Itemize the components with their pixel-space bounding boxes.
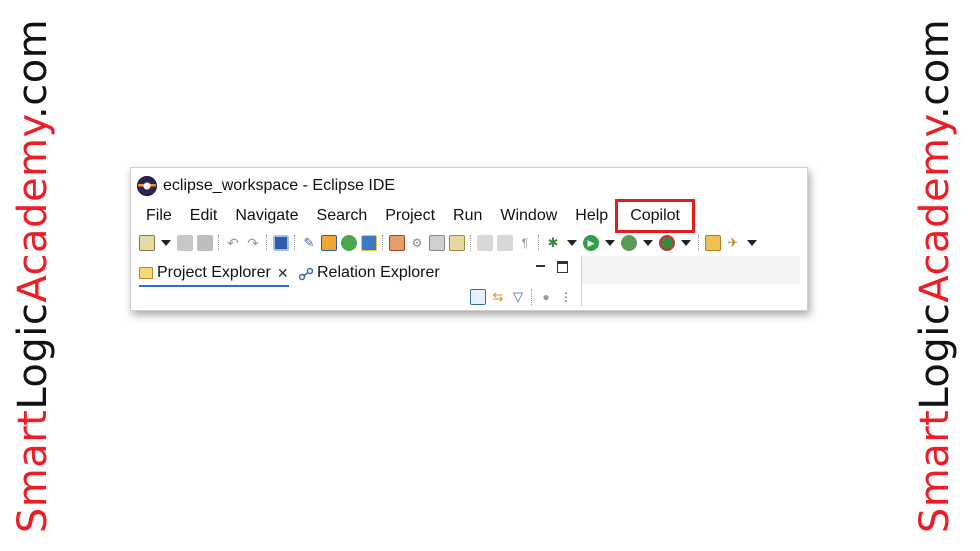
terminal-icon[interactable] — [273, 235, 289, 251]
save-all-icon[interactable] — [197, 235, 213, 251]
print-icon[interactable] — [429, 235, 445, 251]
open-task-icon[interactable] — [341, 235, 357, 251]
collapse-all-icon[interactable] — [470, 289, 486, 305]
open-folder-icon[interactable] — [705, 235, 721, 251]
eclipse-window: eclipse_workspace - Eclipse IDE File Edi… — [130, 167, 808, 311]
toggle-mark-icon[interactable] — [477, 235, 493, 251]
new-class-icon[interactable]: ⚙ — [409, 235, 425, 251]
toggle-block-icon[interactable] — [497, 235, 513, 251]
open-type-icon[interactable] — [321, 235, 337, 251]
menu-file[interactable]: File — [137, 205, 181, 227]
menu-copilot[interactable]: Copilot — [615, 199, 695, 233]
toolbar-separator — [698, 235, 700, 251]
editor-area — [581, 284, 800, 306]
watermark-text: SmartLogicAcademy.com — [912, 18, 959, 533]
watermark-left: SmartLogicAcademy.com — [2, 0, 64, 551]
link-with-editor-icon[interactable]: ⇆ — [490, 289, 506, 305]
editor-area-header — [581, 256, 800, 284]
tab-project-explorer[interactable]: Project Explorer ✕ — [139, 261, 289, 287]
external-tools-icon[interactable] — [659, 235, 675, 251]
menu-window[interactable]: Window — [491, 205, 566, 227]
maximize-view-button[interactable] — [557, 261, 568, 273]
minimize-view-button[interactable] — [536, 265, 545, 267]
toolbar-separator — [294, 235, 296, 251]
save-icon[interactable] — [177, 235, 193, 251]
menu-navigate[interactable]: Navigate — [226, 205, 307, 227]
menu-edit[interactable]: Edit — [181, 205, 227, 227]
view-menu-icon[interactable]: ⋮ — [558, 289, 574, 305]
view-tabstrip: Project Explorer ✕ Relation Explorer — [137, 261, 577, 287]
redo-icon[interactable]: ↷ — [245, 235, 261, 251]
menu-run[interactable]: Run — [444, 205, 491, 227]
eclipse-logo-icon — [137, 176, 157, 196]
view-toolbar: ⇆ ▽ ● ⋮ — [468, 289, 576, 305]
menu-bar: File Edit Navigate Search Project Run Wi… — [137, 199, 695, 233]
external-tools-dropdown-arrow-icon[interactable] — [681, 240, 691, 246]
launch-dropdown-arrow-icon[interactable] — [747, 240, 757, 246]
title-bar: eclipse_workspace - Eclipse IDE — [137, 175, 395, 197]
watermark-text: SmartLogicAcademy.com — [10, 18, 57, 533]
toolbar-separator — [218, 235, 220, 251]
new-package-icon[interactable] — [389, 235, 405, 251]
launch-icon[interactable]: ✈ — [725, 235, 741, 251]
close-icon[interactable]: ✕ — [277, 265, 289, 282]
watermark-right: SmartLogicAcademy.com — [904, 0, 966, 551]
run-dropdown-arrow-icon[interactable] — [605, 240, 615, 246]
menu-help[interactable]: Help — [566, 205, 617, 227]
toolbar-separator — [538, 235, 540, 251]
new-dropdown-arrow-icon[interactable] — [161, 240, 171, 246]
menu-project[interactable]: Project — [376, 205, 444, 227]
project-explorer-icon — [139, 267, 153, 279]
toolbar-separator — [470, 235, 472, 251]
menu-search[interactable]: Search — [308, 205, 377, 227]
coverage-icon[interactable] — [621, 235, 637, 251]
coverage-dropdown-arrow-icon[interactable] — [643, 240, 653, 246]
tab-relation-explorer[interactable]: Relation Explorer — [298, 261, 440, 285]
main-toolbar: ↶ ↷ ✎ ⚙ ¶ ✱ ▶ ✈ — [137, 232, 761, 254]
toolbar-separator — [266, 235, 268, 251]
relation-explorer-icon — [298, 267, 314, 281]
new-java-icon[interactable] — [361, 235, 377, 251]
filter-icon[interactable]: ▽ — [510, 289, 526, 305]
focus-icon[interactable]: ● — [538, 289, 554, 305]
run-icon[interactable]: ▶ — [583, 235, 599, 251]
toolbar-separator — [531, 289, 533, 305]
toggle-whitespace-icon[interactable]: ¶ — [517, 235, 533, 251]
properties-icon[interactable] — [449, 235, 465, 251]
window-title: eclipse_workspace - Eclipse IDE — [163, 177, 396, 194]
tab-relation-explorer-label: Relation Explorer — [317, 264, 440, 281]
debug-dropdown-arrow-icon[interactable] — [567, 240, 577, 246]
debug-icon[interactable]: ✱ — [545, 235, 561, 251]
toolbar-separator — [382, 235, 384, 251]
pin-icon[interactable]: ✎ — [301, 235, 317, 251]
new-wizard-icon[interactable] — [139, 235, 155, 251]
tab-project-explorer-label: Project Explorer — [157, 264, 271, 281]
undo-icon[interactable]: ↶ — [225, 235, 241, 251]
